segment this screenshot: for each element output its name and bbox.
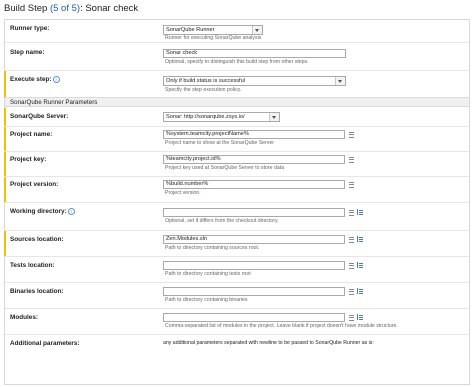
tests-location-input[interactable]	[163, 261, 345, 270]
sources-location-note: Path to directory containing sources roo…	[165, 245, 260, 251]
directory-tree-icon[interactable]	[357, 314, 363, 320]
runner-type-select[interactable]: SonarQube Runner	[163, 25, 263, 35]
working-directory-label-text: Working directory:	[10, 208, 67, 215]
accent-bar	[4, 152, 6, 176]
project-key-input[interactable]: %teamcity.project.id%	[163, 155, 345, 164]
project-version-row: Project version: %build.number% Project …	[4, 177, 469, 203]
help-icon[interactable]: ?	[67, 208, 75, 215]
working-directory-row: Working directory:? Optional, set if dif…	[5, 203, 469, 231]
runner-type-label: Runner type:	[10, 25, 50, 32]
accent-bar	[4, 127, 6, 151]
modules-note: Comma-separated list of modules in the p…	[165, 323, 398, 329]
modules-row: Modules: Comma-separated list of modules…	[5, 309, 469, 335]
chevron-down-icon	[252, 26, 262, 34]
project-key-row: Project key: %teamcity.project.id% Proje…	[4, 152, 469, 177]
parameter-icon[interactable]	[349, 263, 354, 269]
sources-location-row: Sources location: Zen.Modules.sln Path t…	[4, 231, 469, 257]
parameter-icon[interactable]	[349, 289, 354, 295]
binaries-location-input[interactable]	[163, 287, 345, 296]
tests-location-note: Path to directory containing tests root	[165, 271, 251, 277]
directory-tree-icon[interactable]	[357, 209, 363, 215]
chevron-down-icon	[335, 77, 345, 85]
binaries-location-label: Binaries location:	[10, 288, 64, 295]
parameter-icon[interactable]	[349, 210, 354, 216]
modules-label: Modules:	[10, 314, 39, 321]
execute-step-label: Execute step:?	[10, 76, 60, 83]
parameter-icon[interactable]	[349, 182, 354, 188]
help-icon[interactable]: ?	[52, 76, 60, 83]
tests-location-row: Tests location: Path to directory contai…	[5, 257, 469, 283]
sources-location-input[interactable]: Zen.Modules.sln	[163, 235, 345, 244]
project-name-input[interactable]: %system.teamcity.projectName%	[163, 130, 345, 139]
chevron-down-icon	[269, 113, 279, 121]
execute-step-select[interactable]: Only if build status is successful	[163, 76, 346, 86]
modules-input[interactable]	[163, 313, 345, 322]
step-name-input[interactable]: Sonar check	[163, 49, 346, 58]
parameter-icon[interactable]	[349, 132, 354, 138]
execute-step-value: Only if build status is successful	[166, 78, 245, 84]
project-name-label: Project name:	[10, 131, 53, 138]
accent-bar	[4, 177, 6, 202]
page-title-suffix: : Sonar check	[80, 3, 139, 14]
additional-parameters-row: Additional parameters: any additional pa…	[5, 335, 469, 384]
sonarqube-server-row: SonarQube Server: Sonar: http://sonarqub…	[4, 108, 469, 127]
working-directory-label: Working directory:?	[10, 208, 75, 215]
directory-tree-icon[interactable]	[357, 236, 363, 242]
tests-location-label: Tests location:	[10, 262, 55, 269]
step-name-row: Step name: Sonar check Optional, specify…	[5, 43, 469, 71]
working-directory-input[interactable]	[163, 208, 345, 217]
execute-step-note: Specify the step execution policy.	[165, 87, 242, 93]
binaries-location-row: Binaries location: Path to directory con…	[5, 283, 469, 309]
project-name-row: Project name: %system.teamcity.projectNa…	[4, 127, 469, 152]
binaries-location-note: Path to directory containing binaries	[165, 297, 248, 303]
parameter-icon[interactable]	[349, 157, 354, 163]
runner-type-note: Runner for executing SonarQube analysis	[165, 35, 262, 41]
sonarqube-server-label: SonarQube Server:	[10, 113, 69, 120]
accent-bar	[4, 71, 6, 97]
sonarqube-server-value: Sonar: http://sonarqube.zsys.io/	[166, 114, 245, 120]
build-step-form: Runner type: SonarQube Runner Runner for…	[4, 19, 470, 385]
additional-parameters-label: Additional parameters:	[10, 340, 80, 347]
project-name-note: Project name to show at the SonarQube Se…	[165, 140, 274, 146]
section-header: SonarQube Runner Parameters	[5, 97, 469, 107]
accent-bar	[4, 231, 6, 256]
directory-tree-icon[interactable]	[357, 288, 363, 294]
runner-type-row: Runner type: SonarQube Runner Runner for…	[5, 20, 469, 43]
sonarqube-server-select[interactable]: Sonar: http://sonarqube.zsys.io/	[163, 112, 280, 122]
page-title: Build Step (5 of 5): Sonar check	[4, 3, 138, 14]
step-name-note: Optional, specify to distinguish this bu…	[165, 59, 309, 65]
directory-tree-icon[interactable]	[357, 262, 363, 268]
project-version-input[interactable]: %build.number%	[163, 180, 345, 189]
accent-bar	[4, 108, 6, 126]
parameter-icon[interactable]	[349, 315, 354, 321]
sources-location-label: Sources location:	[10, 236, 64, 243]
step-indicator: (5 of 5)	[49, 3, 81, 14]
step-name-label: Step name:	[10, 49, 45, 56]
execute-step-label-text: Execute step:	[10, 76, 52, 83]
project-version-label: Project version:	[10, 181, 59, 188]
working-directory-note: Optional, set if differs from the checko…	[165, 218, 279, 224]
page-title-prefix: Build Step	[4, 3, 50, 14]
parameter-icon[interactable]	[349, 237, 354, 243]
project-key-note: Project key used at SonarQube Server to …	[165, 165, 285, 171]
additional-parameters-note: any additional parameters separated with…	[163, 340, 374, 346]
execute-step-row: Execute step:? Only if build status is s…	[4, 71, 469, 97]
project-key-label: Project key:	[10, 156, 47, 163]
runner-type-value: SonarQube Runner	[166, 27, 215, 33]
project-version-note: Project version.	[165, 190, 201, 196]
